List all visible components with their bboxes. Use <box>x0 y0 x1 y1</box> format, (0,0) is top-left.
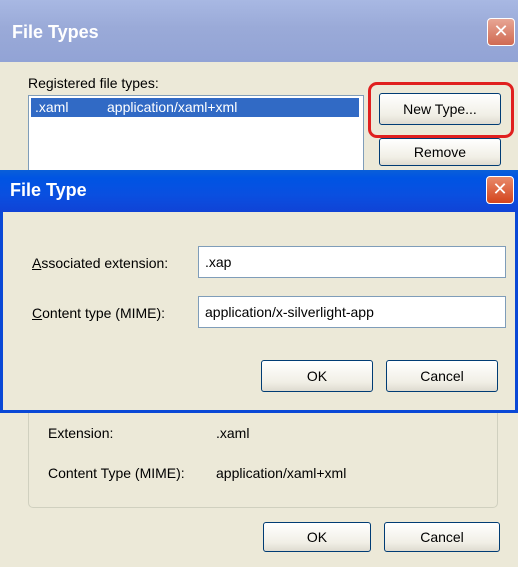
extension-label: Extension: <box>48 425 114 441</box>
content-type-value: application/xaml+xml <box>216 465 347 481</box>
close-icon[interactable]: ✕ <box>487 18 515 46</box>
label-text: ssociated extension: <box>41 255 169 271</box>
new-type-button[interactable]: New Type... <box>379 93 501 125</box>
list-item-mime: application/xaml+xml <box>107 99 238 115</box>
registered-file-types-label: Registered file types: <box>28 75 159 91</box>
access-key: C <box>32 305 43 321</box>
list-item[interactable]: .xaml application/xaml+xml <box>31 98 359 117</box>
file-types-title: File Types <box>12 22 99 42</box>
close-icon[interactable]: ✕ <box>486 176 514 204</box>
file-type-title: File Type <box>10 180 87 200</box>
content-type-mime-label: Content type (MIME): <box>32 305 165 321</box>
associated-extension-label: Associated extension: <box>32 255 168 271</box>
file-types-ok-button[interactable]: OK <box>263 522 371 552</box>
access-key: A <box>32 255 42 271</box>
content-type-mime-input[interactable] <box>198 296 506 328</box>
list-item-extension: .xaml <box>35 99 69 115</box>
details-group <box>28 400 498 508</box>
label-text: ontent type (MIME): <box>42 305 166 321</box>
ok-button[interactable]: OK <box>261 360 373 392</box>
associated-extension-input[interactable] <box>198 246 506 278</box>
file-types-cancel-button[interactable]: Cancel <box>384 522 500 552</box>
file-types-titlebar: File Types <box>0 0 518 62</box>
content-type-label: Content Type (MIME): <box>48 465 185 481</box>
extension-value: .xaml <box>216 425 250 441</box>
remove-button[interactable]: Remove <box>379 138 501 166</box>
cancel-button[interactable]: Cancel <box>386 360 498 392</box>
